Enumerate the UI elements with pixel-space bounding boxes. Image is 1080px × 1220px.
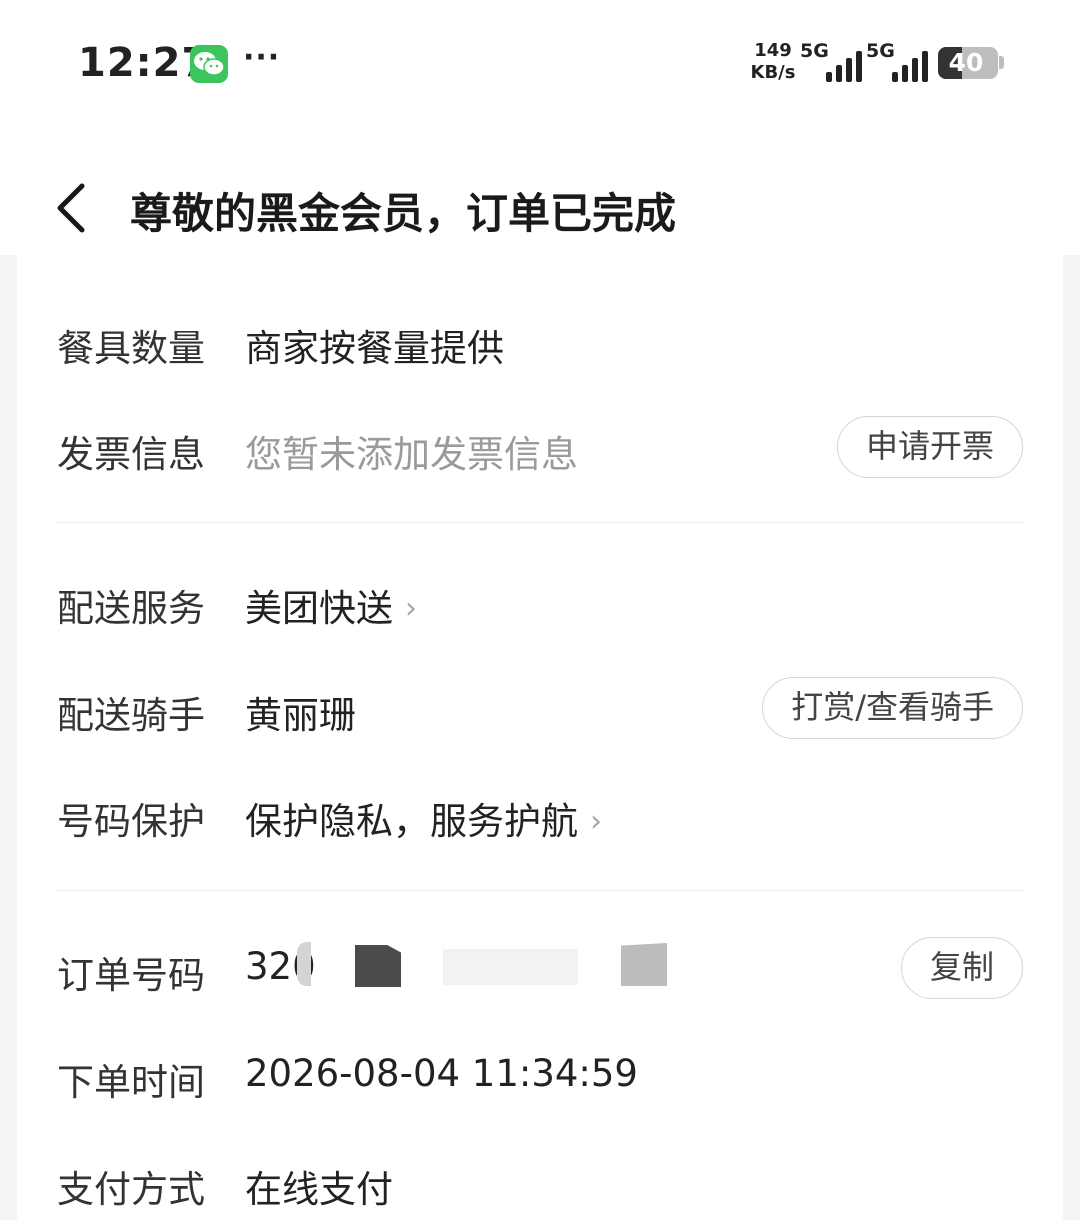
redaction-mark: [443, 949, 578, 985]
network-speed: 149 KB/s: [748, 40, 798, 84]
payment-label: 支付方式: [57, 1168, 205, 1211]
order-number-label: 订单号码: [57, 954, 205, 997]
invoice-value: 您暂未添加发票信息: [245, 433, 578, 476]
battery-cap: [999, 56, 1004, 69]
rider-row: 配送骑手 黄丽珊 打赏/查看骑手: [57, 667, 1023, 747]
back-button[interactable]: [46, 180, 102, 236]
order-time-value: 2026-08-04 11:34:59: [245, 1052, 638, 1095]
apply-invoice-button[interactable]: 申请开票: [836, 416, 1023, 478]
delivery-service-link[interactable]: 美团快送 ›: [245, 578, 417, 632]
redaction-mark: [621, 943, 667, 986]
delivery-service-label: 配送服务: [57, 587, 205, 630]
divider: [57, 890, 1023, 891]
order-time-row: 下单时间 2026-08-04 11:34:59: [57, 1034, 1023, 1114]
status-bar: 12:27 ··· 149 KB/s 5G 5G 40: [0, 0, 1080, 130]
tip-view-rider-button[interactable]: 打赏/查看骑手: [762, 677, 1023, 739]
signal-sim1-label: 5G: [800, 40, 829, 62]
invoice-row: 发票信息 您暂未添加发票信息 申请开票: [57, 406, 1023, 486]
payment-value: 在线支付: [245, 1168, 393, 1211]
tableware-value: 商家按餐量提供: [245, 327, 504, 370]
nav-header: 尊敬的黑金会员，订单已完成: [0, 130, 1080, 255]
network-speed-value: 149: [754, 40, 792, 61]
payment-row: 支付方式 在线支付: [57, 1141, 1023, 1220]
number-protection-link[interactable]: 保护隐私，服务护航 ›: [245, 791, 602, 845]
delivery-service-value: 美团快送: [245, 587, 393, 630]
order-number-row: 订单号码 320 复制: [57, 927, 1023, 1007]
signal-sim2-icon: 5G: [866, 40, 928, 82]
order-info-card: 餐具数量 商家按餐量提供 发票信息 您暂未添加发票信息 申请开票 配送服务 美团…: [17, 255, 1063, 1220]
copy-button[interactable]: 复制: [900, 937, 1023, 999]
chevron-right-icon: ›: [405, 591, 417, 626]
tableware-label: 餐具数量: [57, 327, 205, 370]
chevron-right-icon: ›: [590, 804, 602, 839]
order-detail-page: 12:27 ··· 149 KB/s 5G 5G 40 尊敬的黑金会员，订单已完…: [0, 0, 1080, 1220]
wechat-icon: [190, 45, 228, 83]
rider-label: 配送骑手: [57, 694, 205, 737]
signal-sim2-label: 5G: [866, 40, 895, 62]
network-speed-unit: KB/s: [750, 62, 796, 83]
signal-sim1-icon: 5G: [800, 40, 862, 82]
number-protection-label: 号码保护: [57, 800, 205, 843]
more-notifications-icon: ···: [243, 40, 281, 75]
page-title: 尊敬的黑金会员，订单已完成: [130, 189, 677, 238]
delivery-service-row[interactable]: 配送服务 美团快送 ›: [57, 560, 1023, 640]
number-protection-value: 保护隐私，服务护航: [245, 800, 578, 843]
battery-icon: 40: [938, 47, 998, 79]
redaction-mark: [355, 945, 401, 987]
chevron-left-icon: [57, 183, 85, 233]
divider: [57, 522, 1023, 523]
rider-name: 黄丽珊: [245, 694, 356, 737]
number-protection-row[interactable]: 号码保护 保护隐私，服务护航 ›: [57, 773, 1023, 853]
tableware-row: 餐具数量 商家按餐量提供: [57, 300, 1023, 380]
redaction-mark: [297, 942, 311, 986]
battery-level: 40: [948, 48, 984, 77]
invoice-label: 发票信息: [57, 433, 205, 476]
order-number-value: 320: [245, 937, 705, 1007]
order-time-label: 下单时间: [57, 1061, 205, 1104]
